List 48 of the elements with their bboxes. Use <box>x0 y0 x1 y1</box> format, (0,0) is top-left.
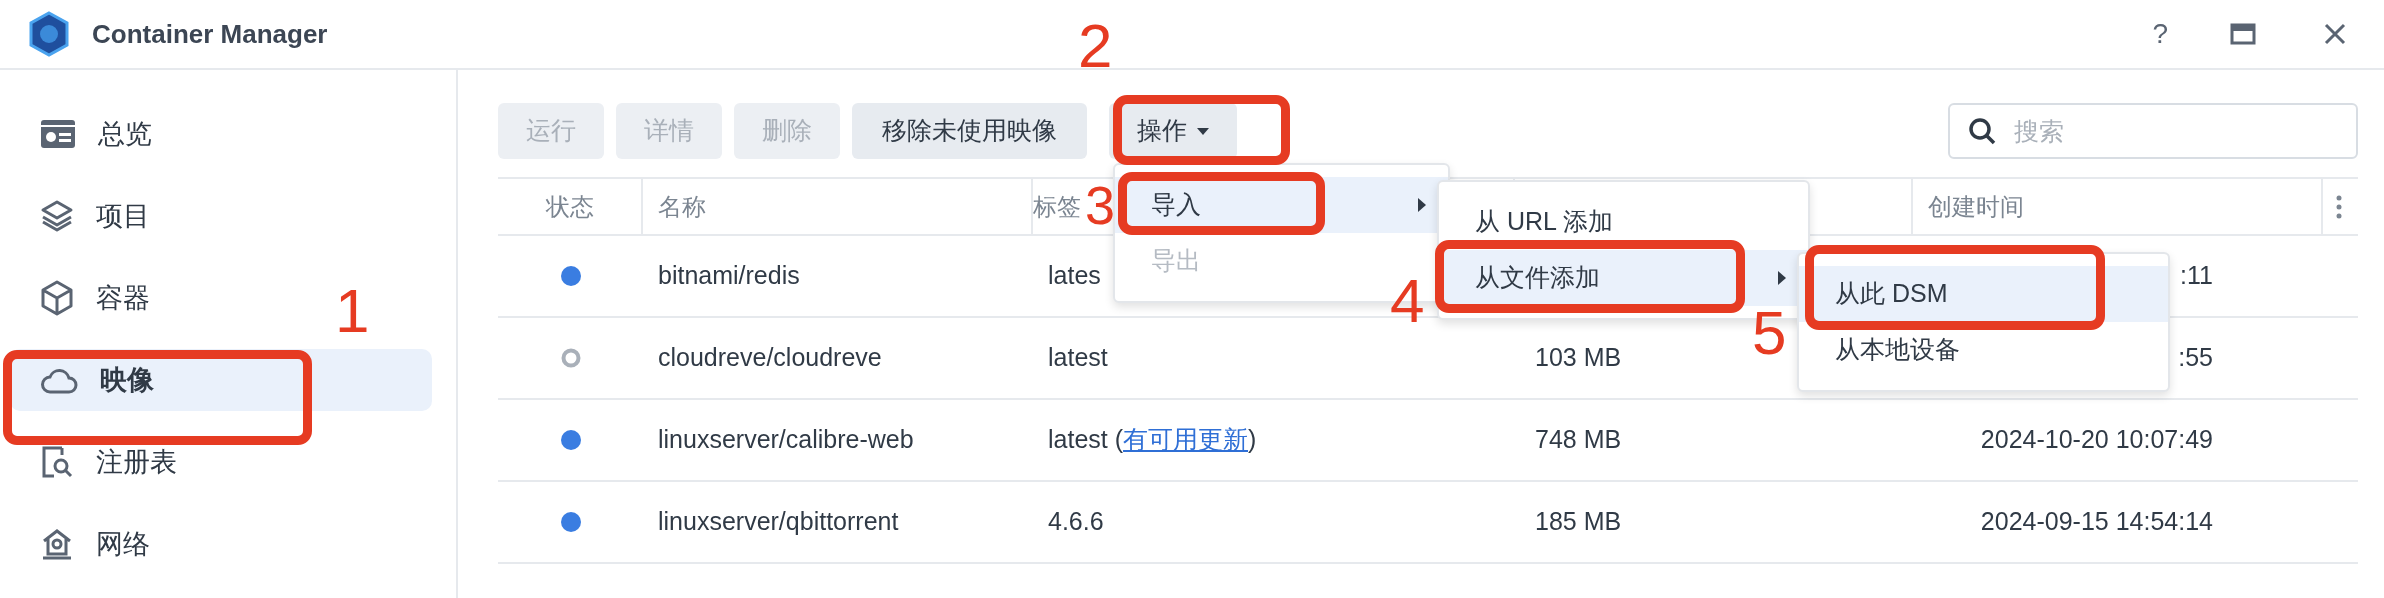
dashboard-icon <box>40 119 76 149</box>
step-number: 2 <box>1078 15 1113 77</box>
table-cell: linuxserver/calibre-web <box>658 425 914 454</box>
column-header: 名称 <box>658 191 706 222</box>
step-number: 3 <box>1085 178 1116 232</box>
table-cell: linuxserver/qbittorrent <box>658 507 899 536</box>
table-cell-text: :11 <box>2180 260 2213 292</box>
column-header: 创建时间 <box>1928 191 2024 222</box>
table-cell-text: 2024-10-20 10:07:49 <box>1980 424 2213 456</box>
table-cell: 748 MB <box>1535 425 1622 454</box>
sidebar-item[interactable]: 注册表 <box>10 431 187 493</box>
toolbar-button[interactable]: 移除未使用映像 <box>852 103 1087 159</box>
registry-search-icon <box>40 445 74 479</box>
search-field[interactable]: 搜索 <box>1948 103 2358 159</box>
column-header: 状态 <box>545 191 594 222</box>
step-number: 4 <box>1390 270 1425 332</box>
cloud-icon <box>40 366 78 394</box>
menu-item[interactable]: 从此 DSM <box>1799 266 2168 322</box>
table-cell-text: 2024-09-15 14:54:14 <box>1980 506 2213 538</box>
maximize-icon[interactable] <box>2230 23 2256 45</box>
table-cell: latest <box>1048 343 1108 372</box>
sidebar-item[interactable]: 网络 <box>10 513 160 575</box>
app-logo-icon <box>28 11 70 57</box>
table-cell: cloudreve/cloudreve <box>658 343 882 372</box>
close-icon[interactable] <box>2324 23 2346 45</box>
search-icon <box>1968 117 1996 145</box>
table-cell: ) <box>1248 425 1257 454</box>
sidebar-item[interactable]: 容器 <box>10 267 160 329</box>
sidebar-item[interactable]: 项目 <box>10 185 160 247</box>
table-cell: 4.6.6 <box>1048 507 1104 536</box>
table-cell-text: :55 <box>2178 342 2213 374</box>
cube-icon <box>40 280 74 316</box>
sidebar-item[interactable]: 总览 <box>10 103 162 165</box>
column-header: 标签 <box>1033 191 1081 222</box>
table-cell: 103 MB <box>1535 343 1622 372</box>
network-house-icon <box>40 527 74 561</box>
table-cell: bitnami/redis <box>658 261 800 290</box>
caret-icon <box>1197 127 1209 135</box>
layers-icon <box>40 199 74 233</box>
table-cell: 185 MB <box>1535 507 1622 536</box>
menu-item[interactable]: 从本地设备 <box>1799 322 2168 378</box>
help-button[interactable]: ? <box>2152 13 2168 55</box>
update-available-link[interactable]: 有可用更新 <box>1123 425 1249 454</box>
step-number: 1 <box>335 280 370 342</box>
table-cell: latest ( <box>1048 425 1124 454</box>
more-options-icon[interactable] <box>2335 194 2342 219</box>
window-title: Container Manager <box>92 17 328 51</box>
table-cell: lates <box>1048 261 1101 290</box>
